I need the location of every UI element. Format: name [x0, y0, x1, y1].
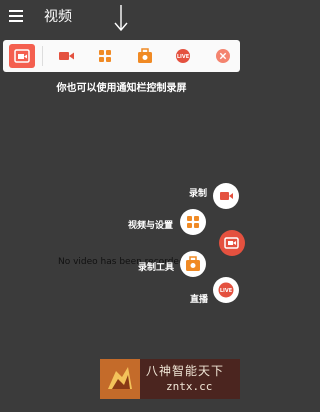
- fab-record-button[interactable]: [213, 183, 239, 209]
- fab-tools-label: 录制工具: [138, 263, 175, 273]
- fab-video-settings-button[interactable]: [180, 209, 206, 235]
- top-bar: 视频: [0, 0, 243, 36]
- notification-hint: 你也可以使用通知栏控制录屏: [56, 83, 187, 94]
- horse-logo-icon: [108, 367, 132, 389]
- screen-record-icon: [224, 237, 239, 249]
- close-icon: [216, 49, 230, 63]
- live-icon: LIVE: [218, 282, 234, 298]
- fab-record-label: 录制: [189, 189, 208, 199]
- grid-icon: [99, 50, 111, 62]
- fab-tools-button[interactable]: [180, 251, 206, 277]
- svg-text:LIVE: LIVE: [220, 288, 233, 294]
- fab-video-settings-label: 视频与设置: [128, 221, 174, 231]
- fab-live-label: 直播: [190, 295, 209, 305]
- svg-text:LIVE: LIVE: [177, 54, 190, 60]
- watermark: 八神智能天下 zntx.cc: [100, 359, 240, 399]
- watermark-text: 八神智能天下: [146, 364, 225, 378]
- toolbar-close-button[interactable]: [211, 44, 235, 68]
- grid-icon: [187, 216, 199, 228]
- fab-live-button[interactable]: LIVE: [213, 277, 239, 303]
- watermark-url: zntx.cc: [166, 380, 213, 393]
- toolbar-grid-button[interactable]: [93, 44, 117, 68]
- video-camera-icon: [220, 192, 233, 200]
- toolbox-icon: [138, 48, 152, 63]
- live-icon: LIVE: [176, 49, 190, 63]
- menu-icon[interactable]: [9, 10, 23, 22]
- screen-record-icon: [14, 49, 30, 63]
- toolbox-icon: [186, 256, 200, 271]
- main-record-fab[interactable]: [219, 230, 245, 256]
- toolbar-record-button[interactable]: [9, 44, 35, 68]
- toolbar-toolbox-button[interactable]: [133, 44, 157, 68]
- watermark-logo: [100, 359, 140, 399]
- notification-toolbar: LIVE: [3, 40, 240, 72]
- toolbar-video-camera-button[interactable]: [54, 44, 78, 68]
- toolbar-divider: [42, 46, 43, 66]
- page-title: 视频: [44, 9, 72, 25]
- video-camera-icon: [59, 52, 74, 60]
- arrow-down-icon: [114, 5, 128, 32]
- toolbar-live-button[interactable]: LIVE: [171, 44, 195, 68]
